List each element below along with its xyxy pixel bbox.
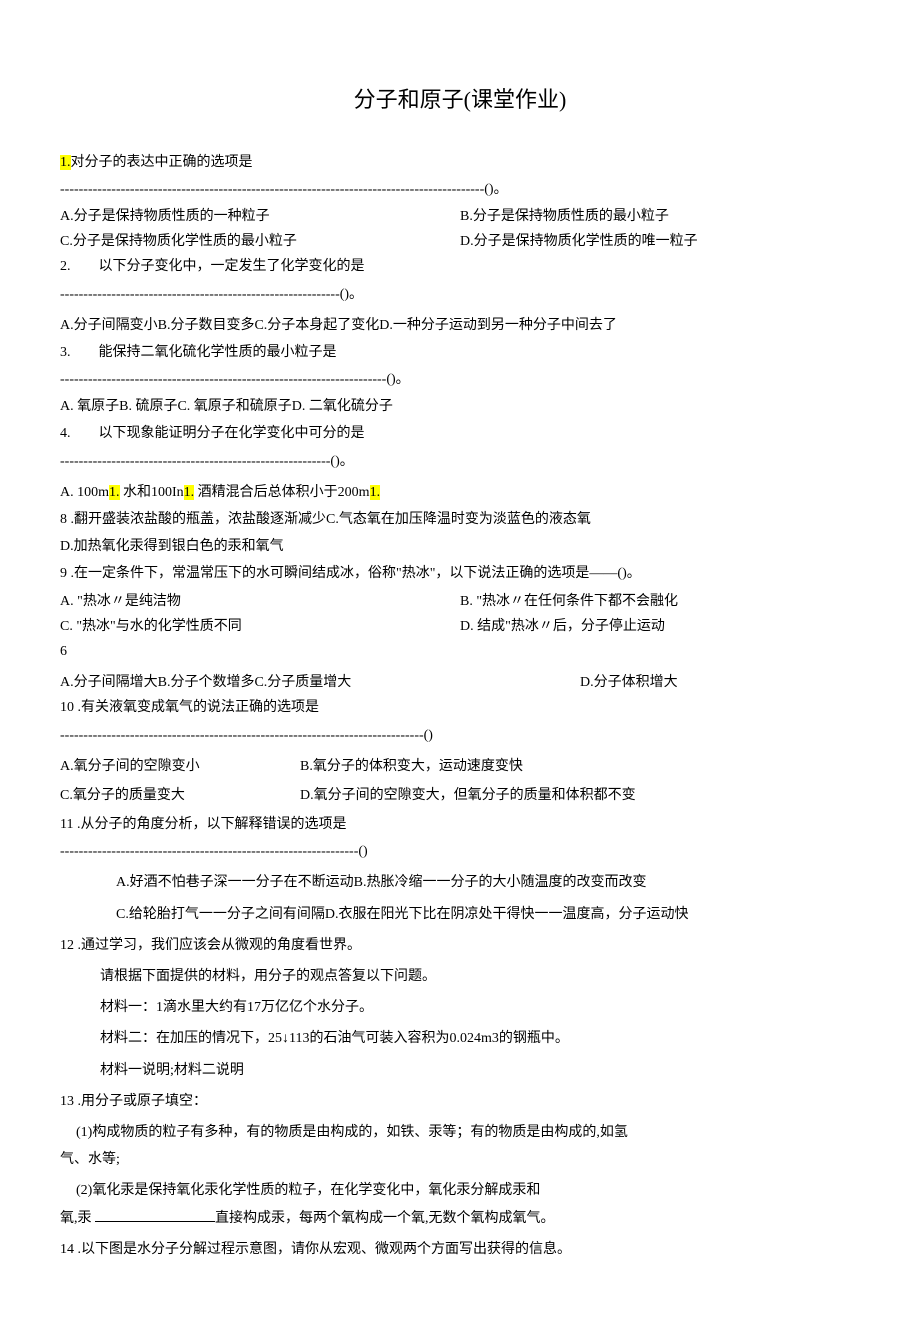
q11-dashes: ----------------------------------------…: [60, 839, 860, 864]
q9-text: .在一定条件下，常温常压下的水可瞬间结成冰，俗称"热冰"，以下说法正确的选项是—…: [67, 566, 641, 581]
q4-text: 以下现象能证明分子在化学变化中可分的是: [99, 426, 365, 441]
q6-marker: 6: [60, 639, 860, 664]
q9-opt-a: A. "热冰〃是纯洁物: [60, 589, 460, 614]
q1-text: 对分子的表达中正确的选项是: [71, 155, 253, 170]
q11-marker: 11: [60, 817, 73, 832]
q2-text: 以下分子变化中，一定发生了化学变化的是: [99, 259, 365, 274]
q10-opt-d: D.氧分子间的空隙变大，但氧分子的质量和体积都不变: [300, 783, 860, 808]
q12-text: .通过学习，我们应该会从微观的角度看世界。: [74, 938, 361, 953]
blank-line: [95, 1208, 215, 1222]
q6-opt-abc: A.分子间隔增大B.分子个数增多C.分子质量增大: [60, 670, 580, 695]
q11-stem: 11 .从分子的角度分析，以下解释错误的选项是: [60, 812, 860, 837]
q3-marker: 3.: [60, 345, 71, 360]
q13-stem: 13 .用分子或原子填空：: [60, 1089, 860, 1114]
q9-stem: 9 .在一定条件下，常温常压下的水可瞬间结成冰，俗称"热冰"，以下说法正确的选项…: [60, 561, 860, 586]
q1-dashes: ----------------------------------------…: [60, 177, 860, 202]
q10-opt-b: B.氧分子的体积变大，运动速度变快: [300, 754, 860, 779]
q12-line1: 请根据下面提供的材料，用分子的观点答复以下问题。: [60, 964, 860, 989]
q13-line1: (1)构成物质的粒子有多种，有的物质是由构成的，如铁、汞等；有的物质是由构成的,…: [60, 1120, 860, 1145]
q13-line2b: 氧,汞 直接构成汞，每两个氧构成一个氧,无数个氧构成氧气。: [60, 1206, 860, 1231]
q6-opt-d: D.分子体积增大: [580, 670, 860, 695]
q2-stem: 2. 以下分子变化中，一定发生了化学变化的是: [60, 254, 860, 279]
q10-marker: 10: [60, 700, 74, 715]
q12-line4: 材料一说明;材料二说明: [60, 1058, 860, 1083]
q12-line3: 材料二：在加压的情况下，25↓113的石油气可装入容积为0.024m3的钢瓶中。: [60, 1026, 860, 1051]
q11-opt-cd: C.给轮胎打气一一分子之间有间隔D.衣服在阳光下比在阴凉处干得快一一温度高，分子…: [60, 902, 860, 927]
q8-stem: 8 .翻开盛装浓盐酸的瓶盖，浓盐酸逐渐减少C.气态氧在加压降温时变为淡蓝色的液态…: [60, 507, 860, 532]
q4-stem: 4. 以下现象能证明分子在化学变化中可分的是: [60, 421, 860, 446]
q1-opt-a: A.分子是保持物质性质的一种粒子: [60, 204, 460, 229]
q1-stem: 1.对分子的表达中正确的选项是: [60, 150, 860, 175]
q10-stem: 10 .有关液氧变成氧气的说法正确的选项是: [60, 695, 860, 720]
q10-dashes: ----------------------------------------…: [60, 723, 860, 748]
q9-opt-b: B. "热冰〃在任何条件下都不会融化: [460, 589, 860, 614]
q13-line1b: 气、水等;: [60, 1147, 860, 1172]
q3-options: A. 氧原子B. 硫原子C. 氧原子和硫原子D. 二氧化硫分子: [60, 394, 860, 419]
q3-dashes: ----------------------------------------…: [60, 367, 860, 392]
q8-opt-d: D.加热氧化汞得到银白色的汞和氧气: [60, 534, 860, 559]
q9-marker: 9: [60, 566, 67, 581]
q12-line2: 材料一：1滴水里大约有17万亿亿个水分子。: [60, 995, 860, 1020]
q10-opt-a: A.氧分子间的空隙变小: [60, 754, 300, 779]
q12-stem: 12 .通过学习，我们应该会从微观的角度看世界。: [60, 933, 860, 958]
q1-marker: 1.: [60, 155, 71, 170]
q14-stem: 14 .以下图是水分子分解过程示意图，请你从宏观、微观两个方面写出获得的信息。: [60, 1237, 860, 1262]
q14-text: .以下图是水分子分解过程示意图，请你从宏观、微观两个方面写出获得的信息。: [74, 1242, 571, 1257]
q2-options: A.分子间隔变小B.分子数目变多C.分子本身起了变化D.一种分子运动到另一种分子…: [60, 313, 860, 338]
q4-opt-a: A. 100m1. 水和100In1. 酒精混合后总体积小于200m1.: [60, 480, 860, 505]
q8-marker: 8: [60, 512, 67, 527]
q10-opt-c: C.氧分子的质量变大: [60, 783, 300, 808]
q9-opt-c: C. "热冰"与水的化学性质不同: [60, 614, 460, 639]
q13-marker: 13: [60, 1094, 74, 1109]
q1-opt-d: D.分子是保持物质化学性质的唯一粒子: [460, 229, 860, 254]
q13-text: .用分子或原子填空：: [74, 1094, 207, 1109]
q3-text: 能保持二氧化硫化学性质的最小粒子是: [99, 345, 337, 360]
q11-opt-ab: A.好酒不怕巷子深一一分子在不断运动B.热胀冷缩一一分子的大小随温度的改变而改变: [60, 870, 860, 895]
page-title: 分子和原子(课堂作业): [60, 80, 860, 120]
q3-stem: 3. 能保持二氧化硫化学性质的最小粒子是: [60, 340, 860, 365]
q1-opt-b: B.分子是保持物质性质的最小粒子: [460, 204, 860, 229]
q4-dashes: ----------------------------------------…: [60, 449, 860, 474]
q1-opt-c: C.分子是保持物质化学性质的最小粒子: [60, 229, 460, 254]
q13-line2a: (2)氧化汞是保持氧化汞化学性质的粒子，在化学变化中，氧化汞分解成汞和: [60, 1178, 860, 1203]
q4-marker: 4.: [60, 426, 71, 441]
q12-marker: 12: [60, 938, 74, 953]
q9-opt-d: D. 结成"热冰〃后，分子停止运动: [460, 614, 860, 639]
q11-text: .从分子的角度分析，以下解释错误的选项是: [73, 817, 346, 832]
q8-text: .翻开盛装浓盐酸的瓶盖，浓盐酸逐渐减少C.气态氧在加压降温时变为淡蓝色的液态氧: [67, 512, 591, 527]
q2-dashes: ----------------------------------------…: [60, 282, 860, 307]
q2-marker: 2.: [60, 259, 71, 274]
q10-text: .有关液氧变成氧气的说法正确的选项是: [74, 700, 319, 715]
q14-marker: 14: [60, 1242, 74, 1257]
